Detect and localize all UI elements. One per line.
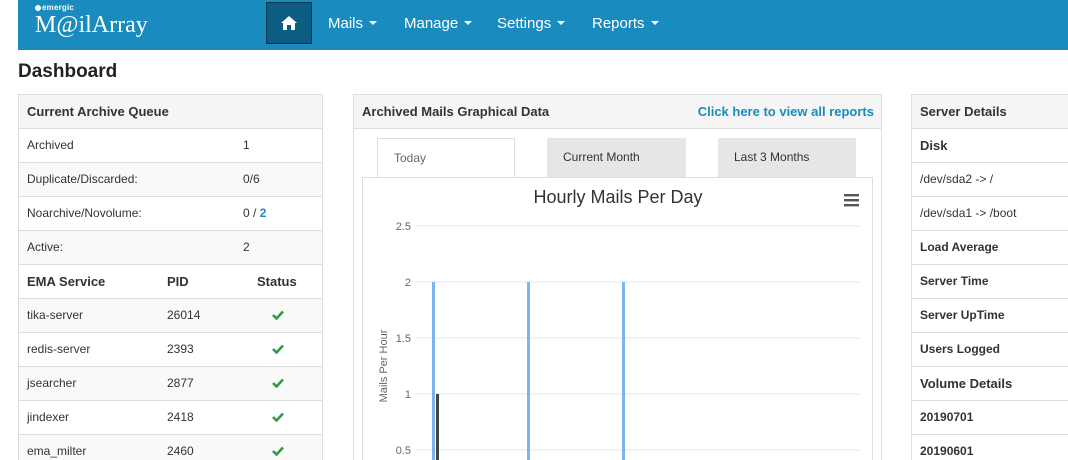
brand-small-text: emergic [35,4,148,12]
home-button[interactable] [266,2,312,44]
tab-last-3-months[interactable]: Last 3 Months [718,138,856,177]
graph-panel-header: Archived Mails Graphical Data Click here… [354,95,881,129]
chart-bar[interactable] [527,282,530,460]
caret-down-icon [369,21,378,25]
panel-title: Archived Mails Graphical Data [362,104,550,119]
home-icon [281,16,297,30]
graph-panel: Archived Mails Graphical Data Click here… [353,94,882,460]
chart-bar[interactable] [436,394,439,460]
tab-current-month[interactable]: Current Month [547,138,686,177]
volume-item: 20190701 [912,401,1068,435]
hamburger-icon[interactable] [843,194,859,208]
disk-heading: Disk [912,129,1068,163]
disk-mount-item: /dev/sda1 -> /boot [912,197,1068,231]
chart-title: Hourly Mails Per Day [533,187,702,207]
brand-name: M@ilArray [35,12,148,38]
row-value: 2 [243,240,250,254]
disk-mount-item: /dev/sda2 -> / [912,163,1068,197]
server-uptime-label: Server UpTime [912,299,1068,333]
table-row: tika-server 26014 [19,299,322,333]
server-details-list: Disk /dev/sda2 -> / /dev/sda1 -> /boot L… [912,129,1068,460]
table-row: Noarchive/Novolume: 0 / 2 [19,197,322,231]
archive-queue-panel: Current Archive Queue Archived 1 Duplica… [18,94,323,460]
nav-reports[interactable]: Reports [592,0,659,48]
view-all-reports-link[interactable]: Click here to view all reports [698,95,874,129]
service-column-header: EMA Service [27,274,106,289]
row-value: 1 [243,138,250,152]
row-label: Noarchive/Novolume: [27,206,142,220]
panel-title: Current Archive Queue [19,95,322,129]
row-value: 0 / 2 [243,206,267,220]
service-name: jsearcher [27,376,77,390]
chart-bar[interactable] [432,282,435,460]
table-row: Archived 1 [19,129,322,163]
server-time-label: Server Time [912,265,1068,299]
table-row: jsearcher 2877 [19,367,322,401]
nav-manage[interactable]: Manage [404,0,473,48]
volume-details-heading: Volume Details [912,367,1068,401]
top-navbar: emergic M@ilArray Mails Manage Settings … [18,0,1068,50]
service-pid: 2460 [167,444,194,458]
caret-down-icon [650,21,659,25]
server-details-panel: Server Details Disk /dev/sda2 -> / /dev/… [911,94,1068,460]
chart-container: Hourly Mails Per Day Mails Per Hour 0.5 1… [362,177,873,460]
service-name: jindexer [27,410,70,424]
service-pid: 26014 [167,308,201,322]
services-header-row: EMA Service PID Status [19,265,322,299]
table-row: Duplicate/Discarded: 0/6 [19,163,322,197]
check-icon [272,310,284,320]
y-axis-label: Mails Per Hour [378,329,390,402]
tab-today[interactable]: Today [377,138,515,177]
service-pid: 2418 [167,410,194,424]
y-tick-label: 2.5 [396,221,411,233]
caret-down-icon [464,21,473,25]
check-icon [272,446,284,456]
caret-down-icon [557,21,566,25]
y-tick-label: 1.5 [396,333,411,345]
y-tick-label: 0.5 [396,445,411,457]
row-label: Archived [27,138,74,152]
panel-title: Server Details [912,95,1068,129]
check-icon [272,412,284,422]
load-average-label: Load Average [912,231,1068,265]
pid-column-header: PID [167,274,189,289]
y-tick-label: 2 [405,277,411,289]
nav-mails[interactable]: Mails [328,0,378,48]
archive-queue-table: Archived 1 Duplicate/Discarded: 0/6 Noar… [19,129,322,460]
table-row: jindexer 2418 [19,401,322,435]
table-row: Active: 2 [19,231,322,265]
users-logged-label: Users Logged [912,333,1068,367]
row-label: Active: [27,240,64,254]
table-row: ema_milter 2460 [19,435,322,460]
service-name: ema_milter [27,444,87,458]
chart-bar[interactable] [622,282,625,460]
volume-item: 20190601 [912,435,1068,460]
hourly-mails-chart: Hourly Mails Per Day Mails Per Hour 0.5 1… [378,187,861,460]
novolume-count-link[interactable]: 2 [260,206,267,220]
status-column-header: Status [257,274,297,289]
check-icon [272,344,284,354]
y-tick-label: 1 [405,389,411,401]
service-name: redis-server [27,342,91,356]
check-icon [272,378,284,388]
row-label: Duplicate/Discarded: [27,172,138,186]
brand-logo[interactable]: emergic M@ilArray [35,4,148,38]
service-pid: 2877 [167,376,194,390]
row-value: 0/6 [243,172,260,186]
table-row: redis-server 2393 [19,333,322,367]
service-name: tika-server [27,308,84,322]
service-pid: 2393 [167,342,194,356]
page-title: Dashboard [18,61,118,82]
nav-settings[interactable]: Settings [497,0,566,48]
